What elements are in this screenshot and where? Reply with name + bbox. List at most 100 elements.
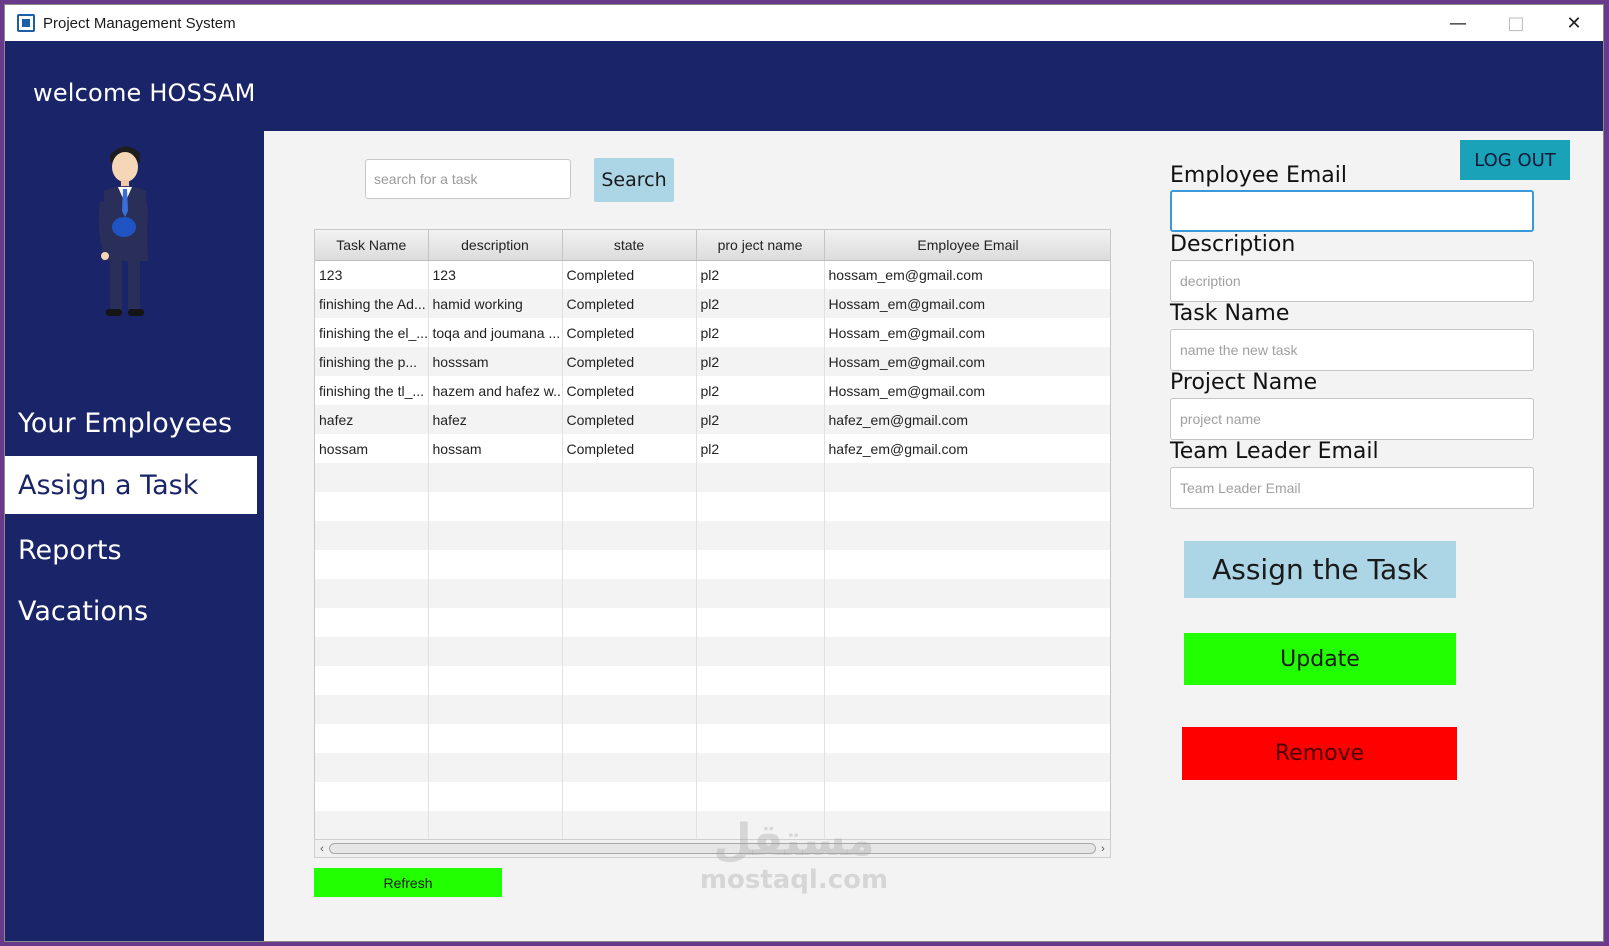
table-cell	[696, 608, 825, 637]
sidebar-item-label: Assign a Task	[18, 469, 199, 501]
table-cell	[315, 550, 429, 579]
table-cell: pl2	[696, 289, 825, 318]
team-leader-email-field[interactable]	[1170, 467, 1534, 509]
table-row[interactable]: finishing the tl_... hazem and hafez w...…	[315, 376, 1110, 405]
table-cell	[562, 521, 697, 550]
table-cell	[428, 521, 563, 550]
table-cell: finishing the p...	[315, 347, 429, 376]
table-cell	[315, 608, 429, 637]
table-row[interactable]	[315, 666, 1110, 695]
search-input[interactable]	[365, 159, 571, 199]
table-row[interactable]	[315, 724, 1110, 753]
table-cell: pl2	[696, 405, 825, 434]
table-header-row: Task Name description state pro ject nam…	[315, 230, 1110, 261]
table-row[interactable]	[315, 637, 1110, 666]
table-cell	[562, 811, 697, 840]
table-cell	[696, 666, 825, 695]
welcome-text: welcome HOSSAM	[33, 79, 256, 107]
logout-button[interactable]: LOG OUT	[1460, 140, 1570, 180]
table-cell	[824, 753, 1110, 782]
table-cell: hossam_em@gmail.com	[824, 260, 1110, 289]
table-cell	[315, 492, 429, 521]
table-cell: pl2	[696, 376, 825, 405]
table-cell	[696, 724, 825, 753]
sidebar-item-assign-a-task[interactable]: Assign a Task	[5, 456, 257, 514]
table-row[interactable]: hafez hafez Completed pl2 hafez_em@gmail.com	[315, 405, 1110, 434]
table-cell: hazem and hafez w...	[428, 376, 563, 405]
app-logo-icon	[17, 14, 35, 32]
maximize-icon[interactable]: □	[1487, 5, 1545, 41]
table-cell	[824, 782, 1110, 811]
table-cell	[562, 666, 697, 695]
table-cell: Completed	[562, 376, 697, 405]
table-row[interactable]: finishing the el_... toqa and joumana ...…	[315, 318, 1110, 347]
table-cell	[562, 724, 697, 753]
description-field[interactable]	[1170, 260, 1534, 302]
table-row[interactable]	[315, 782, 1110, 811]
table-cell	[696, 753, 825, 782]
table-cell: pl2	[696, 260, 825, 289]
update-button[interactable]: Update	[1184, 633, 1456, 685]
table-cell	[428, 492, 563, 521]
businessman-avatar-icon	[98, 146, 148, 316]
table-cell: hafez	[428, 405, 563, 434]
table-cell: hossam	[315, 434, 429, 463]
table-cell	[824, 463, 1110, 492]
description-label: Description	[1170, 232, 1296, 257]
column-header-description[interactable]: description	[428, 230, 563, 261]
table-row[interactable]	[315, 695, 1110, 724]
app-header: welcome HOSSAM	[5, 41, 1603, 131]
table-row[interactable]: hossam hossam Completed pl2 hafez_em@gmail.c…	[315, 434, 1110, 463]
table-cell: Completed	[562, 434, 697, 463]
table-row[interactable]: 123 123 Completed pl2 hossam_em@gmail.com	[315, 260, 1110, 289]
table-cell: Hossam_em@gmail.com	[824, 347, 1110, 376]
column-header-project-name[interactable]: pro ject name	[696, 230, 825, 261]
sidebar-item-vacations[interactable]: Vacations	[5, 582, 257, 640]
title-bar: Project Management System — □ ✕	[5, 5, 1603, 41]
sidebar-item-reports[interactable]: Reports	[5, 521, 257, 579]
table-cell	[824, 492, 1110, 521]
watermark: مستقل mostaql.com	[694, 817, 894, 896]
table-cell: Completed	[562, 347, 697, 376]
table-cell	[824, 724, 1110, 753]
table-cell: Completed	[562, 289, 697, 318]
minimize-icon[interactable]: —	[1429, 5, 1487, 41]
table-cell	[696, 579, 825, 608]
table-cell	[428, 811, 563, 840]
table-row[interactable]	[315, 463, 1110, 492]
table-cell	[824, 608, 1110, 637]
table-cell	[696, 521, 825, 550]
close-icon[interactable]: ✕	[1545, 5, 1603, 41]
table-cell	[824, 666, 1110, 695]
sidebar-item-label: Reports	[18, 534, 122, 566]
column-header-state[interactable]: state	[562, 230, 697, 261]
table-cell	[428, 463, 563, 492]
sidebar-item-your-employees[interactable]: Your Employees	[5, 394, 257, 452]
table-row[interactable]	[315, 608, 1110, 637]
table-cell	[428, 637, 563, 666]
table-row[interactable]	[315, 550, 1110, 579]
table-row[interactable]	[315, 579, 1110, 608]
table-row[interactable]	[315, 492, 1110, 521]
employee-email-field[interactable]	[1170, 190, 1534, 232]
refresh-button[interactable]: Refresh	[314, 868, 502, 897]
table-cell: Completed	[562, 260, 697, 289]
column-header-employee-email[interactable]: Employee Email	[824, 230, 1110, 261]
table-row[interactable]: finishing the Ad... hamid working Complete…	[315, 289, 1110, 318]
project-name-field[interactable]	[1170, 398, 1534, 440]
remove-button[interactable]: Remove	[1182, 727, 1457, 780]
table-row[interactable]	[315, 753, 1110, 782]
scroll-left-icon[interactable]: ‹	[315, 840, 329, 857]
search-button[interactable]: Search	[594, 158, 674, 202]
assign-task-button[interactable]: Assign the Task	[1184, 541, 1456, 598]
table-cell	[562, 608, 697, 637]
task-name-field[interactable]	[1170, 329, 1534, 371]
table-cell	[428, 753, 563, 782]
table-cell	[824, 521, 1110, 550]
table-cell	[824, 695, 1110, 724]
column-header-task-name[interactable]: Task Name	[315, 230, 429, 261]
table-cell: hamid working	[428, 289, 563, 318]
scroll-right-icon[interactable]: ›	[1096, 840, 1110, 857]
table-row[interactable]: finishing the p... hosssam Completed pl2 Hos…	[315, 347, 1110, 376]
table-row[interactable]	[315, 521, 1110, 550]
